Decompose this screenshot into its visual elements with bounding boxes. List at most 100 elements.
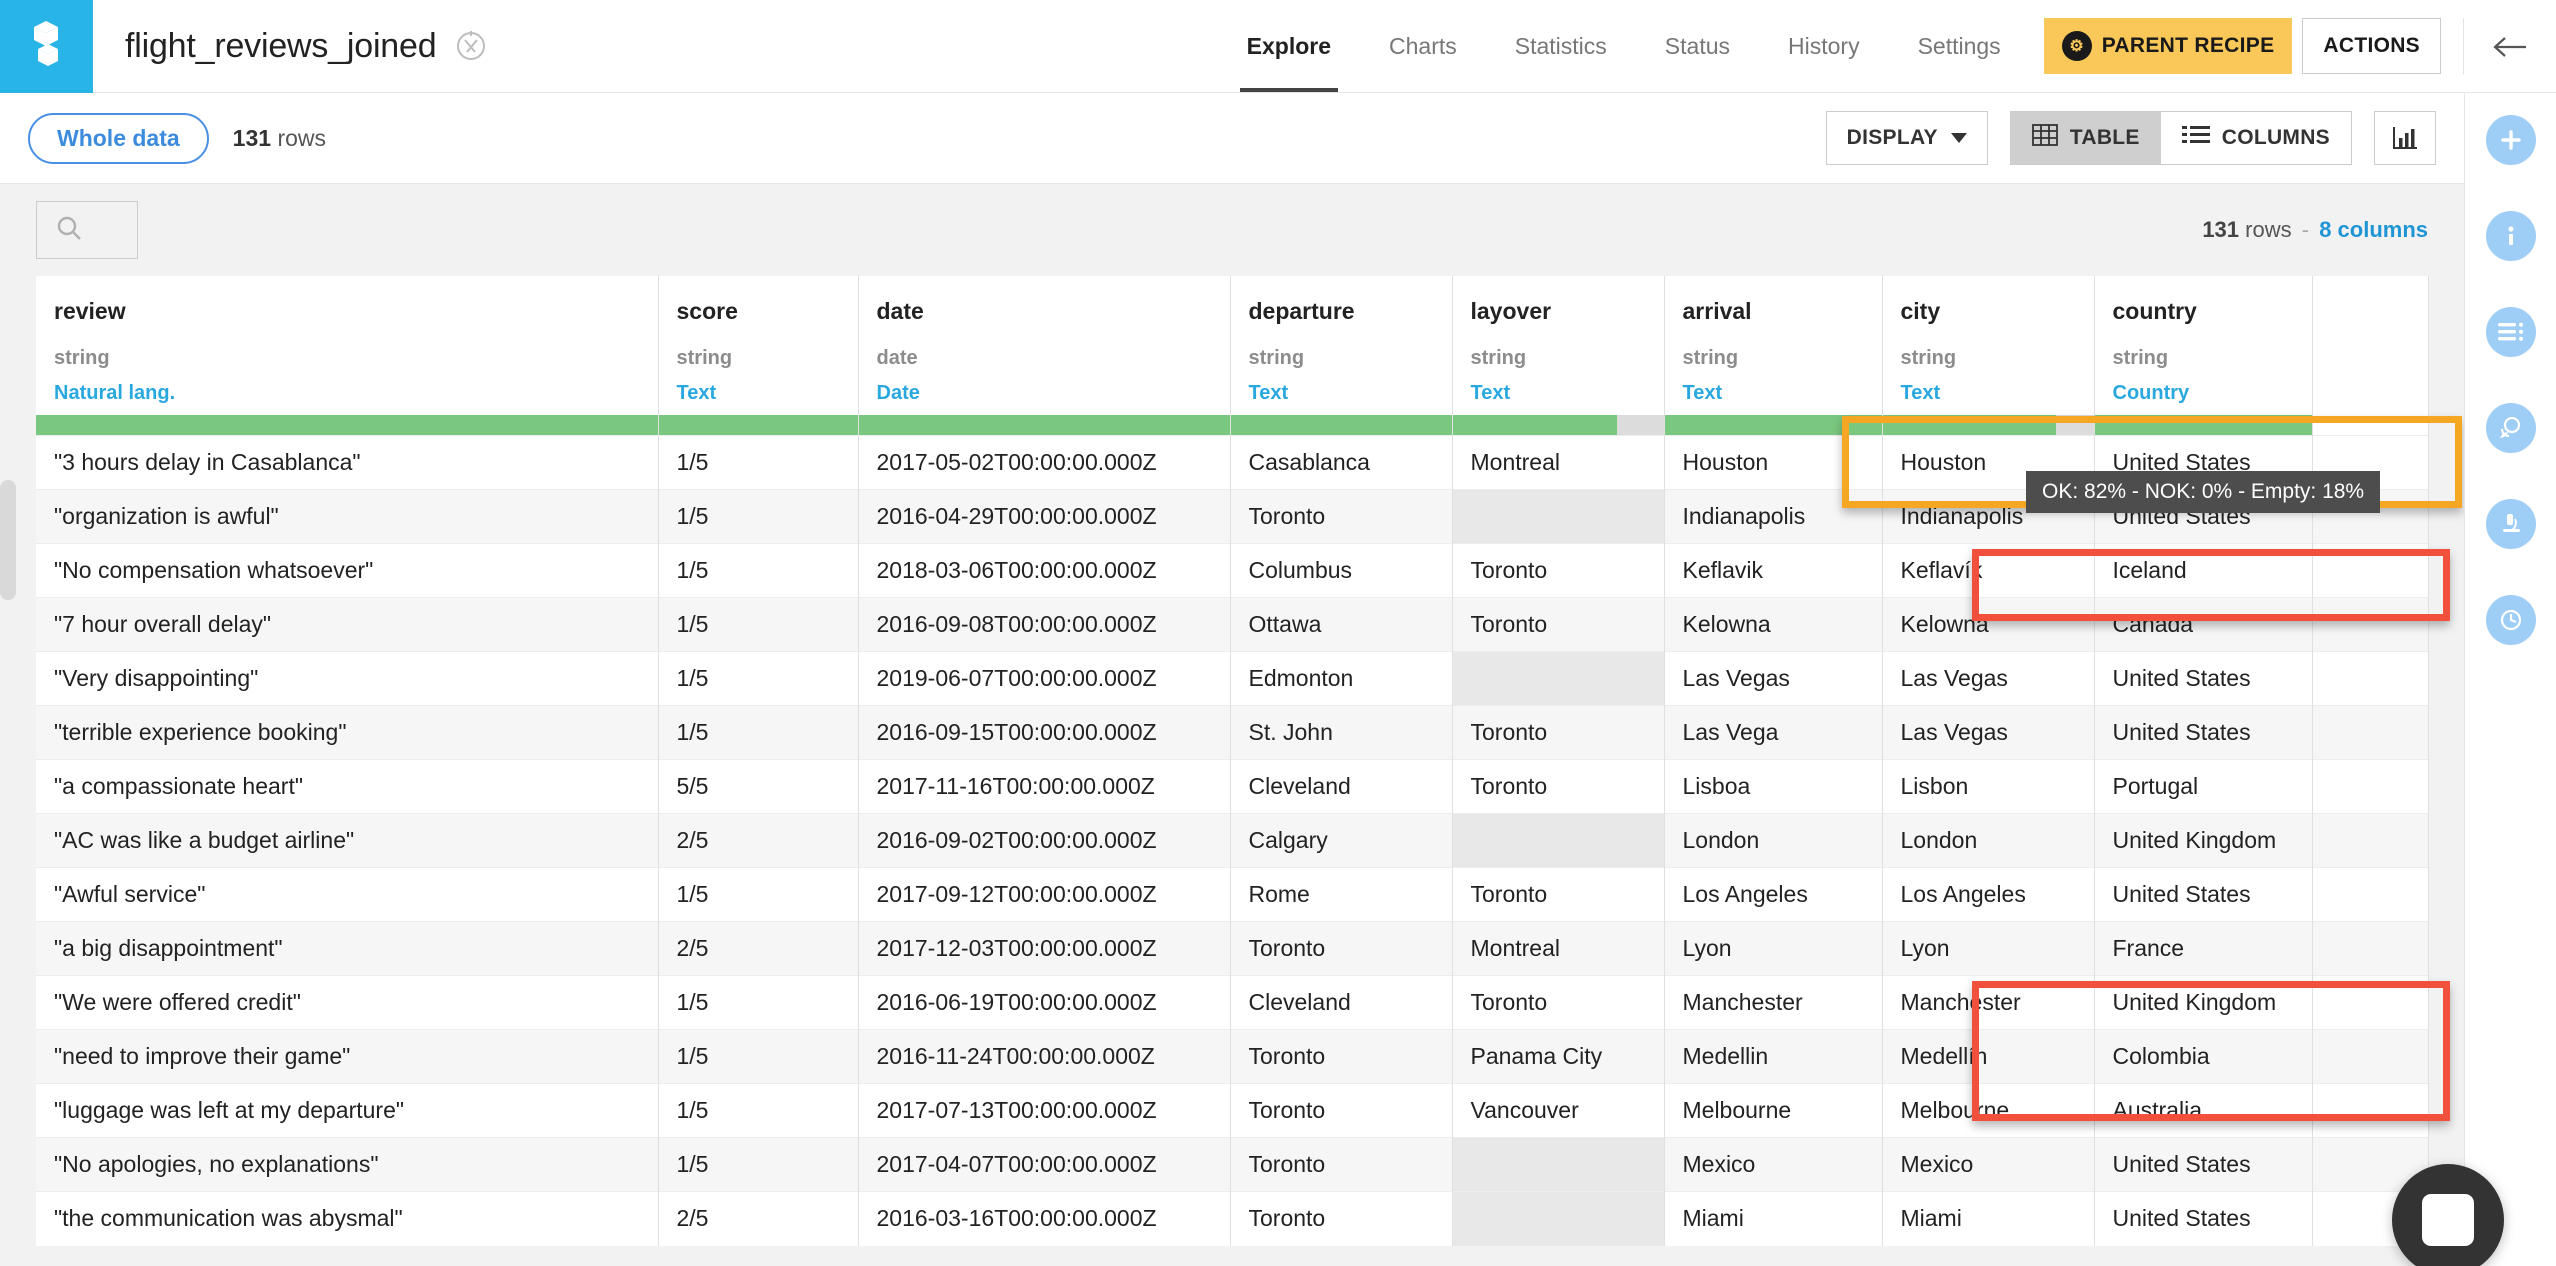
- cell-departure[interactable]: Columbus: [1230, 544, 1452, 598]
- cell-review[interactable]: "need to improve their game": [36, 1030, 658, 1084]
- column-meaning[interactable]: Text: [677, 382, 840, 405]
- cell-score[interactable]: 1/5: [658, 1138, 858, 1192]
- cell-review[interactable]: "We were offered credit": [36, 976, 658, 1030]
- cell-city[interactable]: Melbourne: [1882, 1084, 2094, 1138]
- cell-date[interactable]: 2017-04-07T00:00:00.000Z: [858, 1138, 1230, 1192]
- cell-arrival[interactable]: Lisboa: [1664, 760, 1882, 814]
- info-icon[interactable]: [2486, 211, 2536, 261]
- cell-departure[interactable]: Ottawa: [1230, 598, 1452, 652]
- cell-layover[interactable]: Toronto: [1452, 706, 1664, 760]
- cell-layover[interactable]: Panama City: [1452, 1030, 1664, 1084]
- compass-icon[interactable]: [454, 29, 488, 63]
- cell-city[interactable]: Miami: [1882, 1192, 2094, 1246]
- cell-date[interactable]: 2017-05-02T00:00:00.000Z: [858, 436, 1230, 490]
- cell-country[interactable]: Portugal: [2094, 760, 2312, 814]
- timeline-clock-icon[interactable]: [2486, 595, 2536, 645]
- table-row[interactable]: "luggage was left at my departure"1/5201…: [36, 1084, 2428, 1138]
- cell-review[interactable]: "terrible experience booking": [36, 706, 658, 760]
- discussions-icon[interactable]: [2486, 403, 2536, 453]
- cell-arrival[interactable]: Las Vega: [1664, 706, 1882, 760]
- cell-date[interactable]: 2017-09-12T00:00:00.000Z: [858, 868, 1230, 922]
- actions-button[interactable]: ACTIONS: [2302, 18, 2441, 74]
- cell-review[interactable]: "3 hours delay in Casablanca": [36, 436, 658, 490]
- cell-review[interactable]: "a big disappointment": [36, 922, 658, 976]
- cell-score[interactable]: 5/5: [658, 760, 858, 814]
- cell-layover[interactable]: [1452, 1192, 1664, 1246]
- table-row[interactable]: "AC was like a budget airline"2/52016-09…: [36, 814, 2428, 868]
- column-header-layover[interactable]: layover string Text: [1452, 276, 1664, 415]
- column-header-score[interactable]: score string Text: [658, 276, 858, 415]
- cell-country[interactable]: Canada: [2094, 598, 2312, 652]
- column-header-departure[interactable]: departure string Text: [1230, 276, 1452, 415]
- table-row[interactable]: "7 hour overall delay"1/52016-09-08T00:0…: [36, 598, 2428, 652]
- cell-city[interactable]: Lisbon: [1882, 760, 2094, 814]
- cell-arrival[interactable]: Indianapolis: [1664, 490, 1882, 544]
- tab-charts[interactable]: Charts: [1360, 0, 1486, 92]
- cell-review[interactable]: "AC was like a budget airline": [36, 814, 658, 868]
- column-meaning[interactable]: Text: [1901, 382, 2076, 405]
- tab-settings[interactable]: Settings: [1889, 0, 2030, 92]
- summary-columns-link[interactable]: 8 columns: [2319, 217, 2428, 242]
- cell-layover[interactable]: Vancouver: [1452, 1084, 1664, 1138]
- cell-review[interactable]: "a compassionate heart": [36, 760, 658, 814]
- column-header-review[interactable]: review string Natural lang.: [36, 276, 658, 415]
- table-row[interactable]: "organization is awful"1/52016-04-29T00:…: [36, 490, 2428, 544]
- quality-bar-city[interactable]: [1882, 415, 2094, 436]
- cell-departure[interactable]: Toronto: [1230, 1192, 1452, 1246]
- cell-country[interactable]: United States: [2094, 652, 2312, 706]
- table-row[interactable]: "a big disappointment"2/52017-12-03T00:0…: [36, 922, 2428, 976]
- cell-score[interactable]: 1/5: [658, 436, 858, 490]
- cell-score[interactable]: 1/5: [658, 490, 858, 544]
- cell-date[interactable]: 2019-06-07T00:00:00.000Z: [858, 652, 1230, 706]
- column-meaning[interactable]: Natural lang.: [54, 382, 640, 405]
- column-header-country[interactable]: country string Country: [2094, 276, 2312, 415]
- cell-score[interactable]: 1/5: [658, 706, 858, 760]
- cell-arrival[interactable]: Manchester: [1664, 976, 1882, 1030]
- cell-departure[interactable]: Cleveland: [1230, 976, 1452, 1030]
- cell-country[interactable]: United States: [2094, 868, 2312, 922]
- chat-widget-icon[interactable]: [2392, 1164, 2504, 1266]
- cell-departure[interactable]: Toronto: [1230, 1138, 1452, 1192]
- cell-city[interactable]: Lyon: [1882, 922, 2094, 976]
- table-row[interactable]: "No apologies, no explanations"1/52017-0…: [36, 1138, 2428, 1192]
- cell-country[interactable]: United Kingdom: [2094, 814, 2312, 868]
- cell-layover[interactable]: [1452, 1138, 1664, 1192]
- quality-bar-layover[interactable]: [1452, 415, 1664, 436]
- cell-layover[interactable]: Toronto: [1452, 598, 1664, 652]
- cell-arrival[interactable]: Medellin: [1664, 1030, 1882, 1084]
- cell-departure[interactable]: Rome: [1230, 868, 1452, 922]
- details-list-icon[interactable]: [2486, 307, 2536, 357]
- cell-date[interactable]: 2016-03-16T00:00:00.000Z: [858, 1192, 1230, 1246]
- cell-layover[interactable]: Montreal: [1452, 436, 1664, 490]
- cell-arrival[interactable]: London: [1664, 814, 1882, 868]
- cell-score[interactable]: 2/5: [658, 922, 858, 976]
- cell-arrival[interactable]: Miami: [1664, 1192, 1882, 1246]
- column-meaning[interactable]: Text: [1249, 382, 1434, 405]
- cell-arrival[interactable]: Houston: [1664, 436, 1882, 490]
- cell-date[interactable]: 2018-03-06T00:00:00.000Z: [858, 544, 1230, 598]
- cell-layover[interactable]: [1452, 652, 1664, 706]
- cell-city[interactable]: Las Vegas: [1882, 652, 2094, 706]
- cell-layover[interactable]: Toronto: [1452, 976, 1664, 1030]
- column-header-arrival[interactable]: arrival string Text: [1664, 276, 1882, 415]
- cell-country[interactable]: United States: [2094, 436, 2312, 490]
- cell-date[interactable]: 2016-06-19T00:00:00.000Z: [858, 976, 1230, 1030]
- table-row[interactable]: "the communication was abysmal"2/52016-0…: [36, 1192, 2428, 1246]
- cell-arrival[interactable]: Las Vegas: [1664, 652, 1882, 706]
- cell-city[interactable]: Los Angeles: [1882, 868, 2094, 922]
- cell-arrival[interactable]: Los Angeles: [1664, 868, 1882, 922]
- cell-review[interactable]: "luggage was left at my departure": [36, 1084, 658, 1138]
- cell-date[interactable]: 2017-11-16T00:00:00.000Z: [858, 760, 1230, 814]
- cell-departure[interactable]: Toronto: [1230, 1084, 1452, 1138]
- cell-country[interactable]: Colombia: [2094, 1030, 2312, 1084]
- cell-score[interactable]: 2/5: [658, 814, 858, 868]
- horizontal-scrollbar-handle[interactable]: [0, 480, 16, 600]
- cell-review[interactable]: "7 hour overall delay": [36, 598, 658, 652]
- search-input[interactable]: [36, 201, 138, 259]
- cell-score[interactable]: 1/5: [658, 976, 858, 1030]
- cell-date[interactable]: 2016-09-08T00:00:00.000Z: [858, 598, 1230, 652]
- cell-country[interactable]: United States: [2094, 706, 2312, 760]
- cell-layover[interactable]: Montreal: [1452, 922, 1664, 976]
- table-row[interactable]: "3 hours delay in Casablanca"1/52017-05-…: [36, 436, 2428, 490]
- search-text-field[interactable]: [83, 217, 133, 243]
